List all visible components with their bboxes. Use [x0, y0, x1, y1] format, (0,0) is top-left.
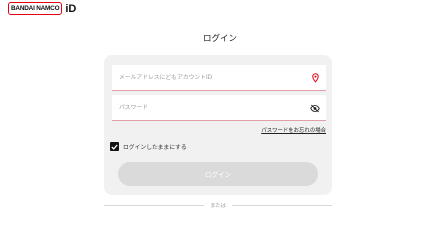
brand-logo[interactable]: BANDAI NAMCO iD	[8, 2, 76, 15]
divider-text: または	[210, 203, 226, 209]
email-field[interactable]	[112, 65, 326, 91]
eye-slash-icon[interactable]	[310, 102, 320, 114]
password-field[interactable]	[112, 95, 326, 121]
brand-id-label: iD	[65, 2, 77, 15]
check-icon	[111, 144, 118, 150]
or-divider: または	[104, 202, 333, 209]
bandai-namco-logo: BANDAI NAMCO	[8, 2, 63, 15]
login-card: パスワードをお忘れの場合 ログインしたままにする ログイン	[104, 55, 332, 195]
required-marker-icon	[310, 72, 320, 84]
remember-me-label: ログインしたままにする	[123, 145, 187, 151]
page-title: ログイン	[202, 34, 237, 44]
forgot-password-link[interactable]: パスワードをお忘れの場合	[261, 126, 326, 134]
divider-line-right	[231, 205, 333, 206]
email-input[interactable]	[119, 71, 299, 85]
remember-me-checkbox[interactable]	[110, 142, 119, 151]
login-page: BANDAI NAMCO iD ログイン パスワード	[0, 0, 440, 214]
login-button[interactable]: ログイン	[118, 162, 318, 186]
password-input[interactable]	[119, 101, 299, 115]
remember-me[interactable]: ログインしたままにする	[110, 142, 187, 151]
divider-line-left	[104, 205, 205, 206]
